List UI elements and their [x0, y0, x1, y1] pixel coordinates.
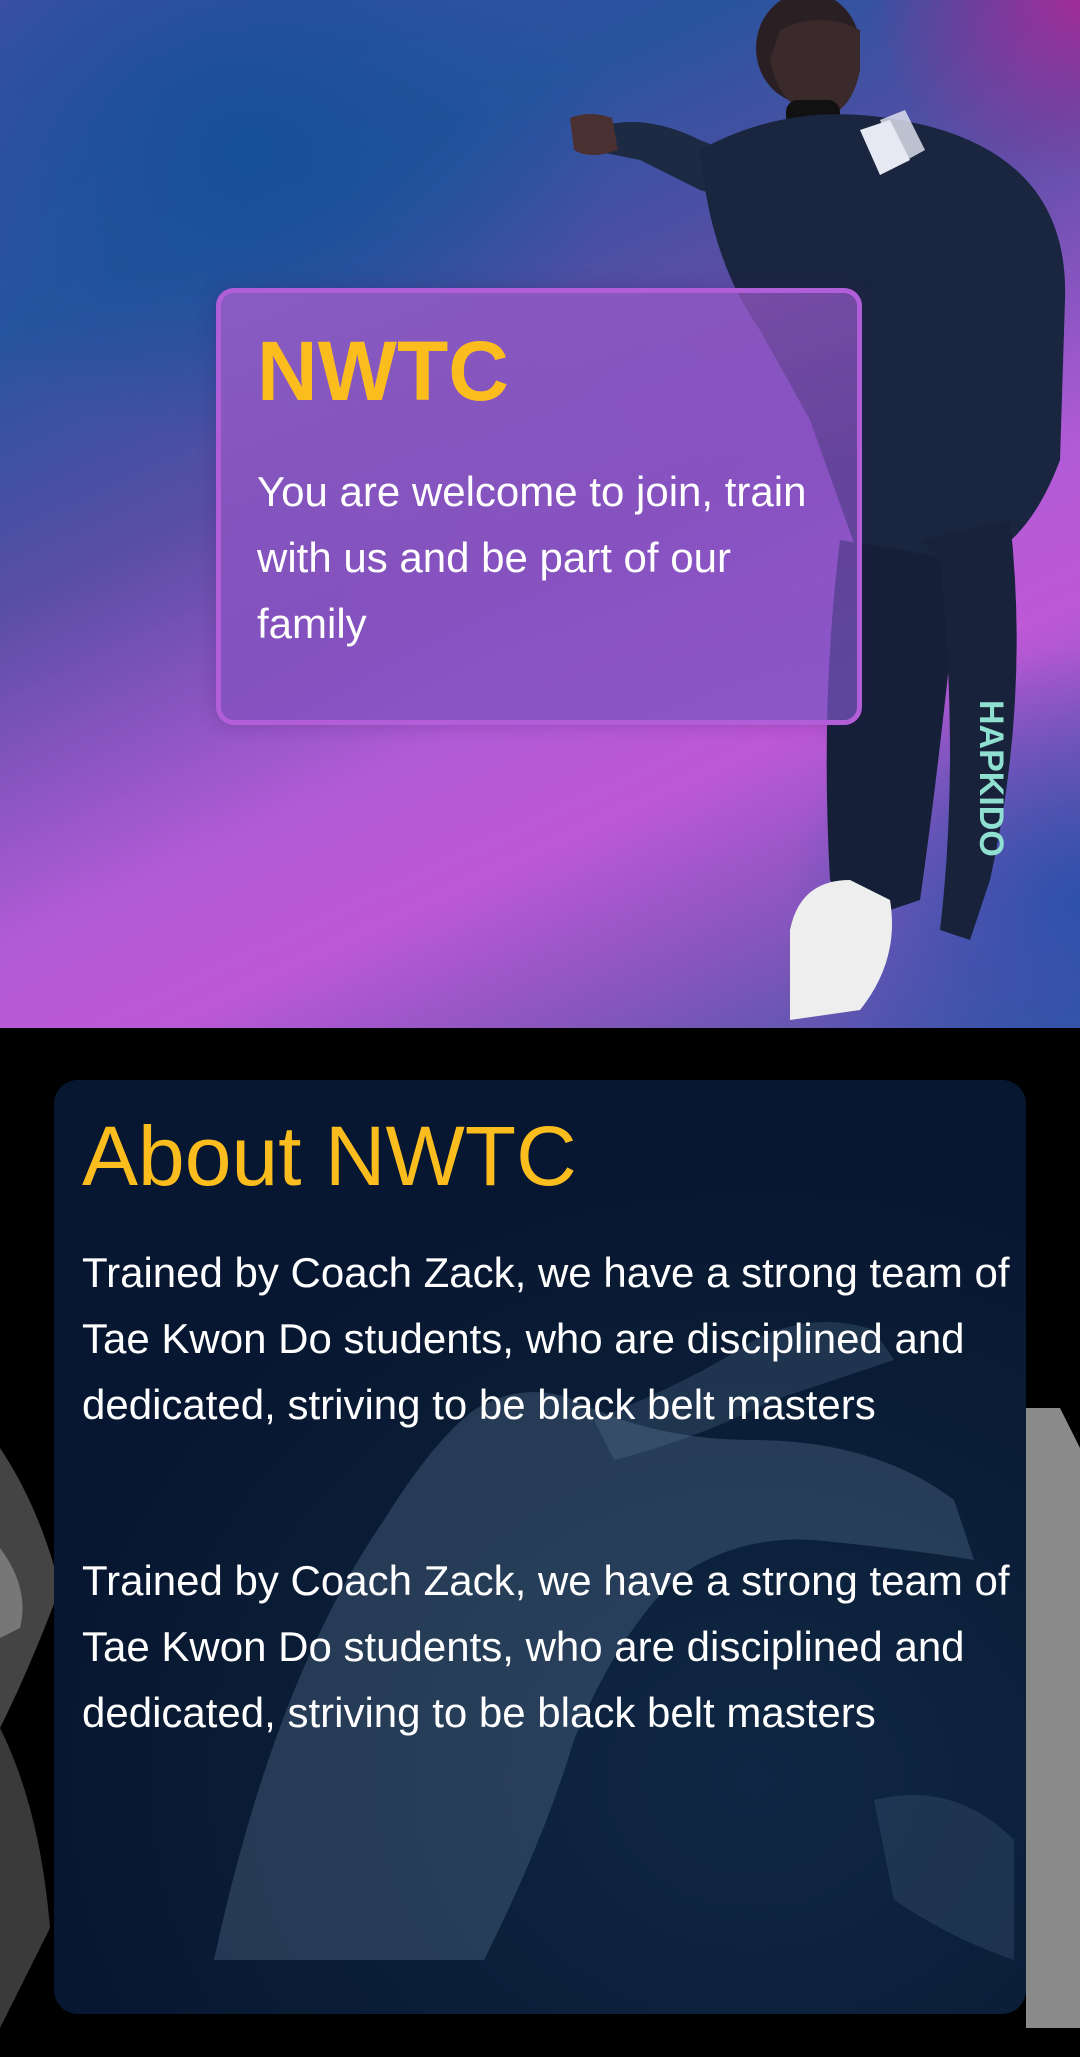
hero-section: HAPKIDO NWTC You are welcome to join, tr… — [0, 0, 1080, 1028]
about-paragraph-1: Trained by Coach Zack, we have a strong … — [82, 1249, 1010, 1428]
about-card: About NWTC Trained by Coach Zack, we hav… — [54, 1080, 1026, 2014]
hero-title: NWTC — [257, 324, 509, 418]
hero-welcome-text: You are welcome to join, train with us a… — [257, 468, 807, 647]
svg-text:HAPKIDO: HAPKIDO — [972, 700, 1010, 857]
page: HAPKIDO NWTC You are welcome to join, tr… — [0, 0, 1080, 2057]
hero-card: NWTC You are welcome to join, train with… — [216, 288, 862, 725]
about-paragraph-2: Trained by Coach Zack, we have a strong … — [82, 1557, 1010, 1736]
kicker-silhouette — [214, 1322, 1014, 1960]
about-title: About NWTC — [82, 1109, 577, 1203]
